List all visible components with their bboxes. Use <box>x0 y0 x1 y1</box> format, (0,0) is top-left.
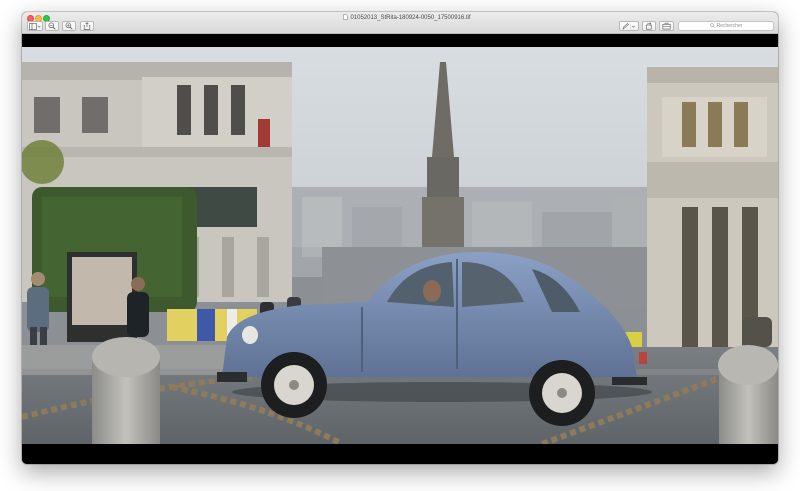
image-viewer[interactable] <box>22 34 778 464</box>
preview-window: 01052013_StRita-180924-0050_17500916.tif <box>22 12 778 464</box>
search-field[interactable]: Rechercher <box>678 21 774 31</box>
rotate-icon <box>645 22 653 30</box>
zoom-in-button[interactable] <box>62 21 76 31</box>
toolbox-button[interactable] <box>659 21 674 31</box>
toolbox-icon <box>662 22 671 30</box>
share-icon <box>83 22 91 30</box>
markup-button[interactable] <box>619 21 639 31</box>
search-placeholder: Rechercher <box>716 23 743 29</box>
right-building <box>647 67 778 357</box>
photo[interactable] <box>22 47 778 444</box>
document-icon <box>343 14 349 20</box>
zoom-in-icon <box>65 22 73 30</box>
bollard-left <box>92 337 160 444</box>
title-bar[interactable]: 01052013_StRita-180924-0050_17500916.tif <box>22 12 778 34</box>
rotate-button[interactable] <box>642 21 656 31</box>
zoom-out-icon <box>48 22 56 30</box>
pen-icon <box>622 22 636 30</box>
search-icon <box>709 23 717 29</box>
sidebar-icon <box>29 22 41 30</box>
window-title-area: 01052013_StRita-180924-0050_17500916.tif <box>322 13 492 23</box>
poster-board <box>67 252 137 342</box>
sidebar-button[interactable] <box>27 21 43 31</box>
zoom-out-button[interactable] <box>45 21 59 31</box>
window-title: 01052013_StRita-180924-0050_17500916.tif <box>350 15 471 21</box>
bollard-right <box>718 345 778 444</box>
share-button[interactable] <box>80 21 94 31</box>
